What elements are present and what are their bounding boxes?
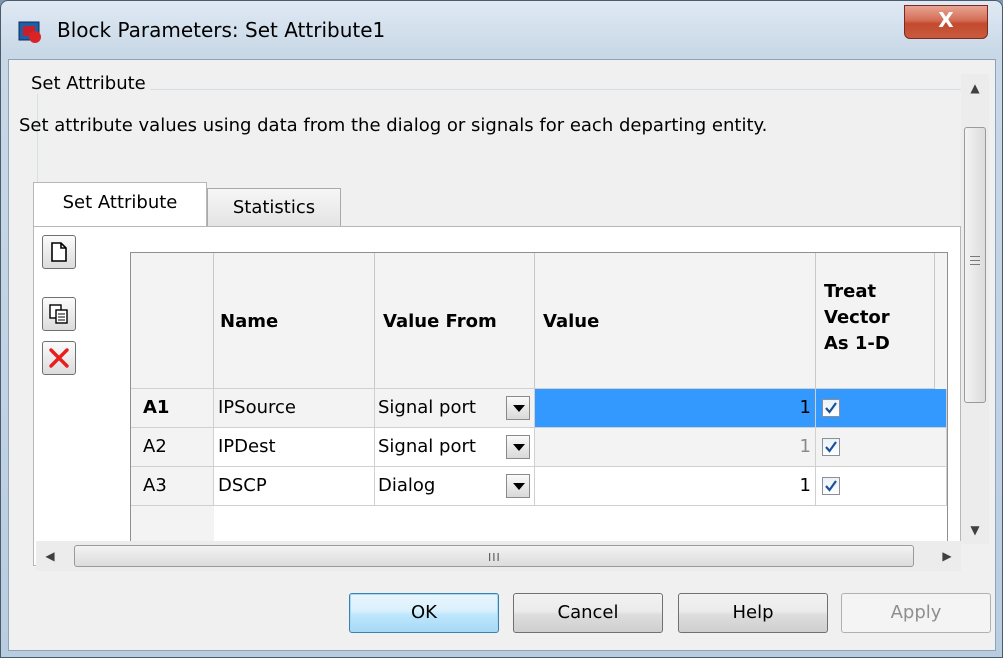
row-header-corner [131, 253, 214, 389]
close-button[interactable]: X [904, 5, 988, 39]
row-header-a1[interactable]: A1 [131, 389, 214, 428]
dialog-window: Block Parameters: Set Attribute1 X Set A… [0, 0, 1003, 658]
checkmark-icon [825, 402, 837, 414]
column-header-name[interactable]: Name [214, 253, 375, 389]
delete-row-icon [49, 348, 69, 368]
value-from-selected: Signal port [378, 436, 476, 457]
value-from-selected: Dialog [378, 475, 436, 496]
treat-as-1d-cell [816, 428, 947, 467]
tab-set-attribute[interactable]: Set Attribute [33, 182, 207, 226]
table-cell-name[interactable]: IPSource [214, 389, 375, 428]
value-from-selected: Signal port [378, 397, 476, 418]
horizontal-scrollbar[interactable]: ◀ III ▶ [36, 541, 961, 571]
treat-header-line-1: Treat [824, 281, 877, 302]
treat-as-1d-cell [816, 389, 947, 428]
copy-row-button[interactable] [42, 297, 76, 331]
chevron-down-icon[interactable] [506, 474, 530, 498]
scroll-right-icon[interactable]: ▶ [933, 541, 961, 571]
group-label: Set Attribute [27, 73, 150, 94]
dialog-client-area: Set Attribute Set attribute values using… [8, 59, 996, 651]
value-from-dropdown[interactable]: Signal port [375, 389, 535, 428]
table-cell-name[interactable]: DSCP [214, 467, 375, 506]
treat-as-1d-checkbox[interactable] [822, 477, 840, 495]
scroll-grip: III [488, 551, 501, 564]
column-header-treat-vector[interactable]: Treat Vector As 1-D [816, 253, 935, 389]
help-button[interactable]: Help [678, 593, 828, 633]
checkmark-icon [825, 480, 837, 492]
chevron-down-icon[interactable] [506, 396, 530, 420]
vertical-scrollbar[interactable]: ▲ ▼ [961, 74, 989, 544]
treat-header-line-3: As 1-D [824, 333, 890, 354]
horizontal-scroll-thumb[interactable]: III [74, 545, 914, 567]
scroll-down-icon[interactable]: ▼ [961, 516, 989, 544]
column-header-value-from[interactable]: Value From [375, 253, 535, 389]
simulink-block-icon [18, 21, 41, 43]
table-cell-value[interactable]: 1 [535, 428, 816, 467]
close-icon: X [938, 8, 954, 32]
row-header-a3[interactable]: A3 [131, 467, 214, 506]
apply-button[interactable]: Apply [841, 593, 991, 633]
tab-statistics[interactable]: Statistics [207, 188, 341, 226]
value-from-dropdown[interactable]: Signal port [375, 428, 535, 467]
treat-header-line-2: Vector [824, 307, 890, 328]
title-bar[interactable]: Block Parameters: Set Attribute1 X [1, 1, 1002, 59]
scroll-left-icon[interactable]: ◀ [36, 541, 64, 571]
block-description: Set attribute values using data from the… [19, 115, 768, 136]
treat-as-1d-checkbox[interactable] [822, 438, 840, 456]
value-from-dropdown[interactable]: Dialog [375, 467, 535, 506]
table-cell-value[interactable]: 1 [535, 467, 816, 506]
cancel-button[interactable]: Cancel [513, 593, 663, 633]
copy-row-icon [49, 304, 68, 324]
chevron-down-icon[interactable] [506, 435, 530, 459]
table-cell-value[interactable]: 1 [535, 389, 816, 428]
table-cell-name[interactable]: IPDest [214, 428, 375, 467]
attribute-table: Name Value From Value Treat Vector As 1-… [130, 252, 948, 566]
add-row-button[interactable] [42, 235, 76, 269]
checkmark-icon [825, 441, 837, 453]
column-header-value[interactable]: Value [535, 253, 816, 389]
window-title: Block Parameters: Set Attribute1 [57, 18, 386, 42]
treat-as-1d-cell [816, 467, 947, 506]
ok-button[interactable]: OK [349, 593, 499, 633]
vertical-scroll-thumb[interactable] [964, 127, 986, 403]
treat-as-1d-checkbox[interactable] [822, 399, 840, 417]
new-row-icon [51, 242, 67, 262]
scroll-up-icon[interactable]: ▲ [961, 74, 989, 102]
delete-row-button[interactable] [42, 341, 76, 375]
row-header-a2[interactable]: A2 [131, 428, 214, 467]
